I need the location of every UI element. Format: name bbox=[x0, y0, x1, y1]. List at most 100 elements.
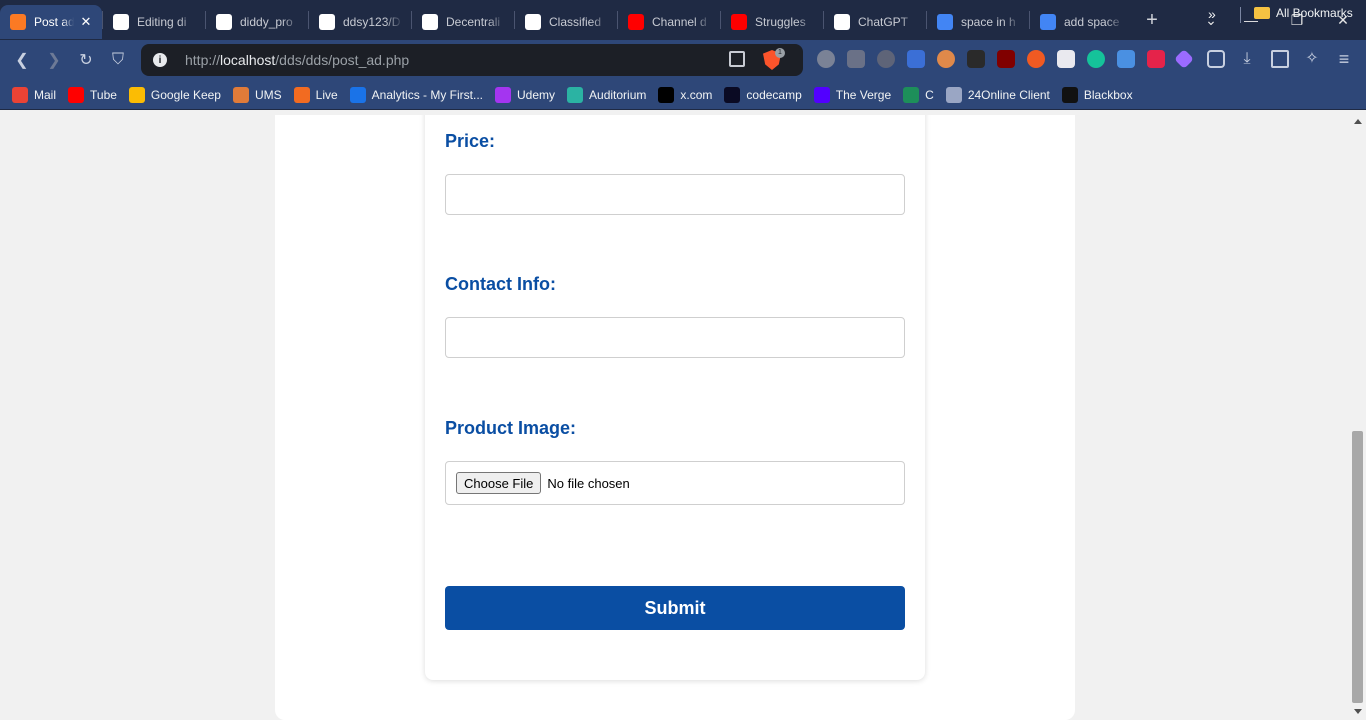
address-bar[interactable]: i http://localhost/dds/dds/post_ad.php 1 bbox=[141, 44, 803, 76]
tab-4[interactable]: Decentrali bbox=[412, 5, 514, 39]
auditorium-icon bbox=[567, 86, 584, 103]
tab-9[interactable]: space in h bbox=[927, 5, 1029, 39]
tab-strip: Post ad ✕ Editing di diddy_pro ddsy123/D Dece… bbox=[0, 0, 1366, 40]
price-label: Price: bbox=[445, 131, 496, 151]
brave-badge: 1 bbox=[775, 48, 785, 58]
product-image-field: Choose File No file chosen bbox=[445, 461, 905, 505]
folder-icon bbox=[1254, 7, 1270, 19]
bookmark-label: Mail bbox=[34, 87, 57, 102]
bookmark-extension-icon[interactable] bbox=[1147, 50, 1165, 68]
site-info-icon[interactable]: i bbox=[153, 53, 167, 67]
youtube-icon bbox=[731, 14, 747, 30]
bookmark-page-icon[interactable]: ⛉ bbox=[102, 44, 134, 76]
codecamp-icon bbox=[724, 86, 741, 103]
bookmark-label: Google Keep bbox=[150, 87, 221, 102]
bookmark-label: Auditorium bbox=[589, 87, 647, 102]
x-icon bbox=[658, 86, 675, 103]
submit-button[interactable]: Submit bbox=[445, 586, 905, 630]
share-icon[interactable] bbox=[729, 51, 745, 67]
all-bookmarks-button[interactable]: All Bookmarks bbox=[1254, 6, 1353, 20]
scroll-thumb[interactable] bbox=[1352, 431, 1363, 703]
tab-3[interactable]: ddsy123/D bbox=[309, 5, 411, 39]
gmail-icon bbox=[12, 86, 28, 103]
screenshot-extension-icon[interactable] bbox=[1117, 50, 1135, 68]
tab-title: ChatGPT bbox=[858, 15, 909, 29]
tab-6[interactable]: Channel d bbox=[618, 5, 720, 39]
tab-title: add space bbox=[1064, 15, 1120, 29]
new-tab-button[interactable]: + bbox=[1132, 9, 1172, 32]
robot-extension-icon[interactable] bbox=[847, 50, 865, 68]
back-button[interactable]: ❮ bbox=[6, 44, 38, 76]
bookmark-8[interactable]: x.com bbox=[658, 86, 712, 103]
bookmark-3[interactable]: UMS bbox=[232, 86, 282, 103]
diamond-extension-icon[interactable] bbox=[1174, 49, 1194, 69]
forward-button[interactable]: ❯ bbox=[38, 44, 70, 76]
bookmark-13[interactable]: Blackbox bbox=[1061, 86, 1133, 103]
bookmark-4[interactable]: Live bbox=[293, 86, 338, 103]
tab-8[interactable]: ChatGPT bbox=[824, 5, 926, 39]
tab-7[interactable]: Struggles bbox=[721, 5, 823, 39]
page-scrollbar[interactable] bbox=[1350, 115, 1366, 720]
leo-ai-icon[interactable]: ✧ bbox=[1303, 50, 1321, 68]
grammarly-icon[interactable] bbox=[1087, 50, 1105, 68]
bookmark-6[interactable]: Udemy bbox=[495, 86, 556, 103]
verge-icon bbox=[813, 86, 830, 103]
bookmark-label: UMS bbox=[254, 87, 282, 102]
bookmark-2[interactable]: Google Keep bbox=[128, 86, 221, 103]
tab-0[interactable]: Post ad ✕ bbox=[0, 5, 102, 39]
tab-2[interactable]: diddy_pro bbox=[206, 5, 308, 39]
bookmark-7[interactable]: Auditorium bbox=[567, 86, 647, 103]
bookmark-1[interactable]: Tube bbox=[68, 86, 117, 103]
bookmark-10[interactable]: The Verge bbox=[813, 86, 891, 103]
more-bookmarks-chevron-icon[interactable]: » bbox=[1208, 6, 1216, 22]
url-text[interactable]: http://localhost/dds/dds/post_ad.php bbox=[185, 52, 409, 68]
bookmark-5[interactable]: Analytics - My First... bbox=[349, 86, 484, 103]
sidebar-toggle-icon[interactable] bbox=[1271, 50, 1289, 68]
bookmark-0[interactable]: Mail bbox=[12, 86, 57, 103]
extensions-puzzle-icon[interactable] bbox=[1207, 50, 1225, 68]
tab-1[interactable]: Editing di bbox=[103, 5, 205, 39]
menu-icon[interactable]: ≡ bbox=[1335, 50, 1353, 68]
product-image-label: Product Image: bbox=[445, 418, 577, 438]
molecule-extension-icon[interactable] bbox=[877, 50, 895, 68]
choose-file-button[interactable]: Choose File bbox=[456, 472, 542, 494]
tab-10[interactable]: add space bbox=[1030, 5, 1132, 39]
cloud-icon bbox=[945, 86, 962, 103]
tab-title: diddy_pro bbox=[240, 15, 293, 29]
price-input[interactable] bbox=[445, 174, 905, 215]
tab-title: ddsy123/D bbox=[343, 15, 401, 29]
face-extension-icon[interactable] bbox=[937, 50, 955, 68]
tab-5[interactable]: Classified bbox=[515, 5, 617, 39]
all-bookmarks-label: All Bookmarks bbox=[1276, 6, 1353, 20]
youtube-icon bbox=[68, 86, 85, 103]
spy-extension-icon[interactable] bbox=[817, 50, 835, 68]
github-icon bbox=[319, 14, 335, 30]
scroll-up-arrow-icon[interactable] bbox=[1354, 119, 1362, 124]
contact-info-input[interactable] bbox=[445, 317, 905, 358]
live-icon bbox=[293, 86, 310, 103]
translate-extension-icon[interactable] bbox=[907, 50, 925, 68]
tab-title: space in h bbox=[961, 15, 1016, 29]
mathpix-extension-icon[interactable] bbox=[1057, 50, 1075, 68]
no-file-status: No file chosen bbox=[547, 475, 630, 491]
post-ad-form: Price: Contact Info: Product Image: Choo… bbox=[425, 115, 925, 680]
close-tab-icon[interactable]: ✕ bbox=[78, 14, 94, 30]
bookmark-11[interactable]: C bbox=[903, 86, 934, 103]
tab-title: Editing di bbox=[137, 15, 187, 29]
bookmark-label: 24Online Client bbox=[967, 87, 1050, 102]
bookmark-label: C bbox=[925, 87, 934, 102]
plus-extension-icon[interactable] bbox=[1027, 50, 1045, 68]
ums-icon bbox=[232, 86, 249, 103]
github-icon bbox=[216, 14, 232, 30]
tab-title: Decentrali bbox=[446, 15, 501, 29]
x-tool-extension-icon[interactable] bbox=[967, 50, 985, 68]
bookmark-12[interactable]: 24Online Client bbox=[945, 86, 1050, 103]
ublock-icon[interactable] bbox=[997, 50, 1015, 68]
downloads-icon[interactable]: ⤓ bbox=[1238, 50, 1256, 68]
scroll-down-arrow-icon[interactable] bbox=[1354, 709, 1362, 714]
bookmark-label: Analytics - My First... bbox=[371, 87, 484, 102]
bookmark-label: Udemy bbox=[517, 87, 556, 102]
bookmark-9[interactable]: codecamp bbox=[724, 86, 802, 103]
reload-button[interactable]: ↻ bbox=[70, 44, 102, 76]
bookmark-label: codecamp bbox=[746, 87, 802, 102]
